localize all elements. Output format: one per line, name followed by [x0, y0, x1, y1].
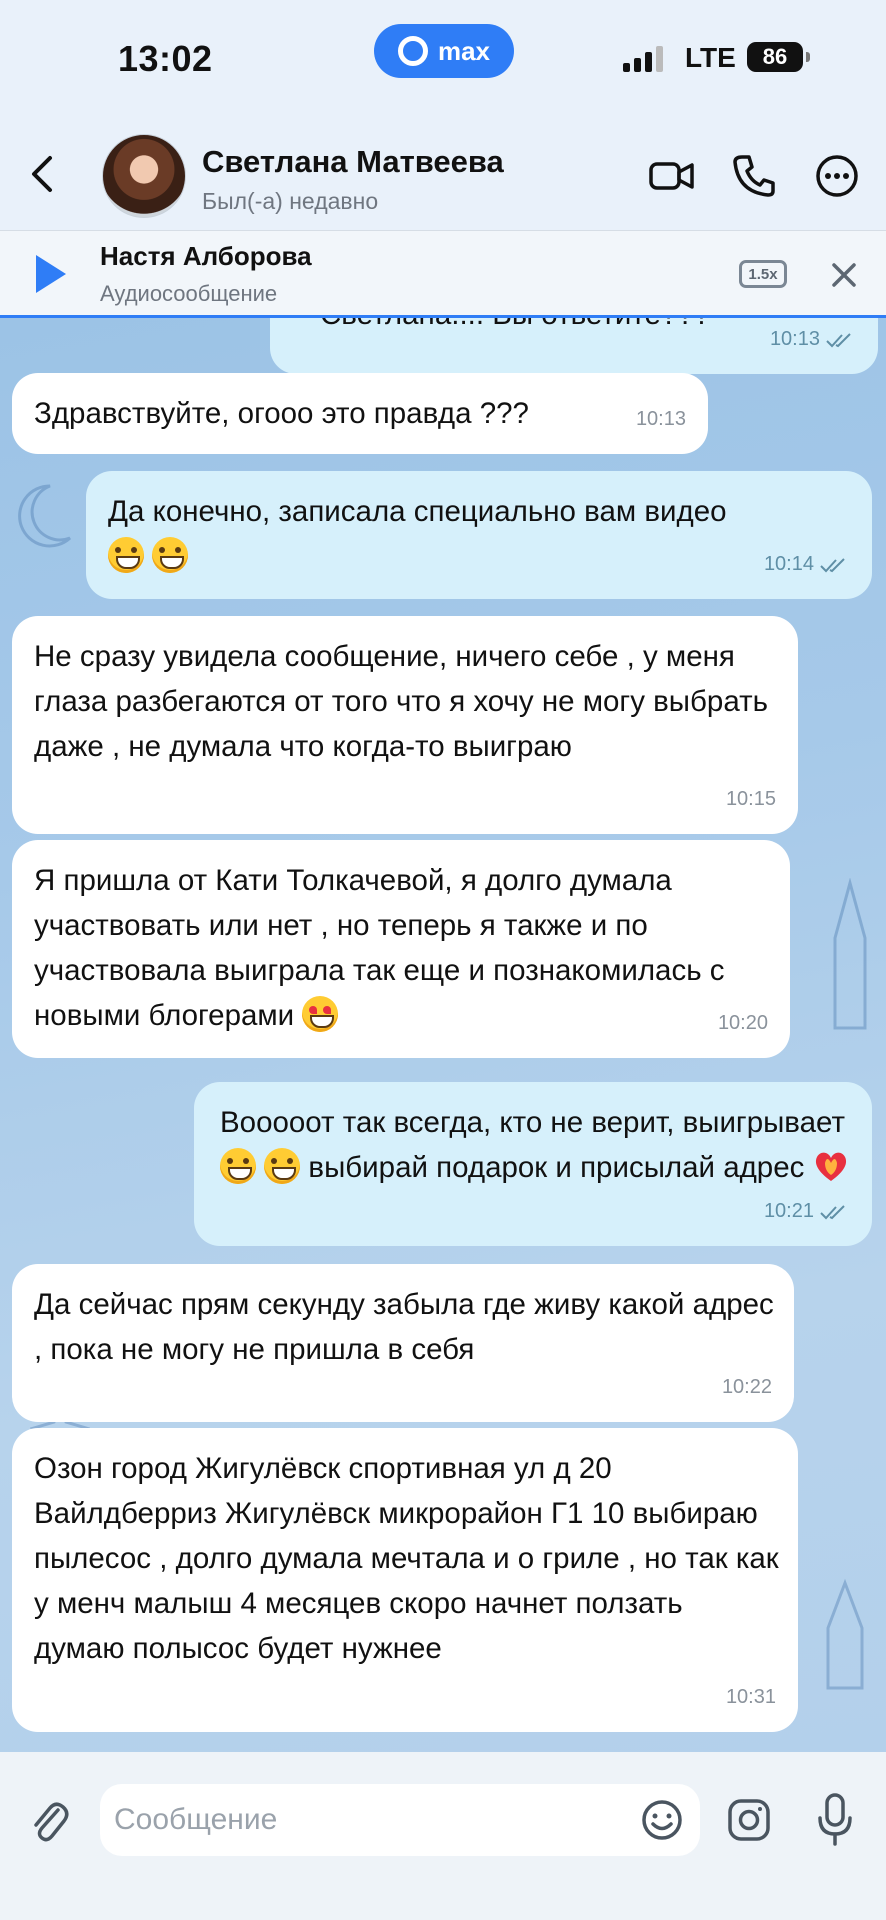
- read-ticks-icon: [826, 332, 851, 347]
- message-time: 10:15: [726, 777, 776, 822]
- signal-icon: [623, 46, 663, 72]
- message-incoming[interactable]: Да сейчас прям секунду забыла где живу к…: [12, 1264, 794, 1422]
- message-incoming[interactable]: Здравствуйте, огооо это правда ??? 10:13: [12, 373, 708, 454]
- message-text: Вооооот так всегда, кто не верит, выигры…: [216, 1100, 856, 1190]
- microphone-icon[interactable]: [815, 1792, 855, 1848]
- message-time: 10:13: [770, 318, 856, 362]
- message-time: 10:22: [722, 1365, 772, 1410]
- max-app-pill[interactable]: max: [374, 24, 514, 78]
- back-arrow-icon[interactable]: [24, 154, 64, 194]
- message-text-part: Да конечно, записала специально вам виде…: [108, 495, 727, 528]
- message-time: 10:31: [726, 1675, 776, 1720]
- read-ticks-icon: [820, 1204, 845, 1219]
- message-incoming[interactable]: Озон город Жигулёвск спортивная ул д 20 …: [12, 1428, 798, 1732]
- phone-call-icon[interactable]: [730, 152, 778, 200]
- more-options-icon[interactable]: [813, 152, 861, 200]
- network-label: LTE: [685, 42, 736, 73]
- rocket-doodle-icon: [826, 1578, 864, 1690]
- message-input-bar: [0, 1752, 886, 1920]
- battery-icon: 86: [747, 42, 810, 72]
- audio-label: Аудиосообщение: [100, 281, 278, 306]
- rocket-doodle-icon: [833, 878, 867, 1030]
- message-text: Здравствуйте, огооо это правда ???: [34, 397, 529, 430]
- message-input[interactable]: [114, 1784, 614, 1856]
- status-time: 13:02: [118, 38, 213, 79]
- message-outgoing[interactable]: Светлана.... Вы ответите??? 10:13: [270, 318, 878, 374]
- message-text: Не сразу увидела сообщение, ничего себе …: [34, 640, 768, 763]
- message-text: Да конечно, записала специально вам виде…: [108, 489, 850, 579]
- message-text-part: выбирай подарок и присылай адрес: [308, 1151, 805, 1184]
- message-text: Озон город Жигулёвск спортивная ул д 20 …: [34, 1452, 779, 1665]
- read-ticks-icon: [820, 557, 845, 572]
- grin-emoji-icon: [264, 1148, 301, 1184]
- chat-header: Светлана Матвеева Был(-а) недавно: [0, 120, 886, 230]
- grin-emoji-icon: [220, 1148, 256, 1184]
- grin-emoji-icon: [108, 537, 144, 573]
- message-text: Я пришла от Кати Толкачевой, я долго дум…: [34, 858, 746, 1038]
- max-app-label: max: [437, 35, 491, 66]
- time-label: 10:22: [721, 1376, 772, 1398]
- time-label: 10:14: [763, 553, 814, 575]
- heart-eyes-emoji-icon: [302, 996, 339, 1032]
- grin-emoji-icon: [152, 537, 189, 573]
- message-outgoing[interactable]: Вооооот так всегда, кто не верит, выигры…: [194, 1082, 872, 1246]
- close-icon[interactable]: [826, 257, 862, 293]
- message-time: 10:13: [636, 397, 686, 442]
- contact-status: Был(-а) недавно: [202, 188, 379, 214]
- message-incoming[interactable]: Я пришла от Кати Толкачевой, я долго дум…: [12, 840, 790, 1058]
- time-label: 10:21: [763, 1200, 814, 1222]
- heart-on-fire-emoji-icon: [815, 1152, 846, 1181]
- playback-speed-button[interactable]: 1.5x: [739, 260, 787, 288]
- message-time: 10:14: [764, 542, 850, 587]
- status-bar: 13:02 max LTE 86: [0, 0, 886, 120]
- contact-name[interactable]: Светлана Матвеева: [202, 144, 504, 180]
- camera-icon[interactable]: [725, 1796, 773, 1844]
- time-label: 10:20: [717, 1012, 768, 1034]
- time-label: 10:15: [725, 788, 776, 810]
- max-logo-icon: [397, 36, 428, 66]
- message-text: Да сейчас прям секунду забыла где живу к…: [34, 1288, 774, 1366]
- time-label: 10:31: [725, 1686, 776, 1708]
- emoji-picker-icon[interactable]: [640, 1798, 684, 1842]
- time-label: 10:13: [769, 328, 820, 350]
- chat-area[interactable]: Светлана.... Вы ответите??? 10:13 Здравс…: [0, 318, 886, 1752]
- message-text-part: Вооооот так всегда, кто не верит, выигры…: [220, 1106, 845, 1139]
- battery-level: 86: [762, 44, 788, 69]
- audio-player-bar[interactable]: Настя Алборова Аудиосообщение 1.5x: [0, 230, 886, 318]
- message-outgoing[interactable]: Да конечно, записала специально вам виде…: [86, 471, 872, 599]
- message-time: 10:21: [764, 1189, 850, 1234]
- video-call-icon[interactable]: [648, 152, 696, 200]
- time-label: 10:13: [635, 408, 686, 430]
- message-text-part: Я пришла от Кати Толкачевой, я долго дум…: [34, 864, 725, 1032]
- play-icon[interactable]: [36, 255, 66, 293]
- moon-doodle-icon: [18, 484, 72, 548]
- audio-sender: Настя Алборова: [100, 241, 312, 271]
- attach-paperclip-icon[interactable]: [28, 1796, 72, 1848]
- contact-avatar[interactable]: [102, 134, 186, 218]
- message-field[interactable]: [100, 1784, 700, 1856]
- message-time: 10:20: [718, 1001, 768, 1046]
- message-incoming[interactable]: Не сразу увидела сообщение, ничего себе …: [12, 616, 798, 834]
